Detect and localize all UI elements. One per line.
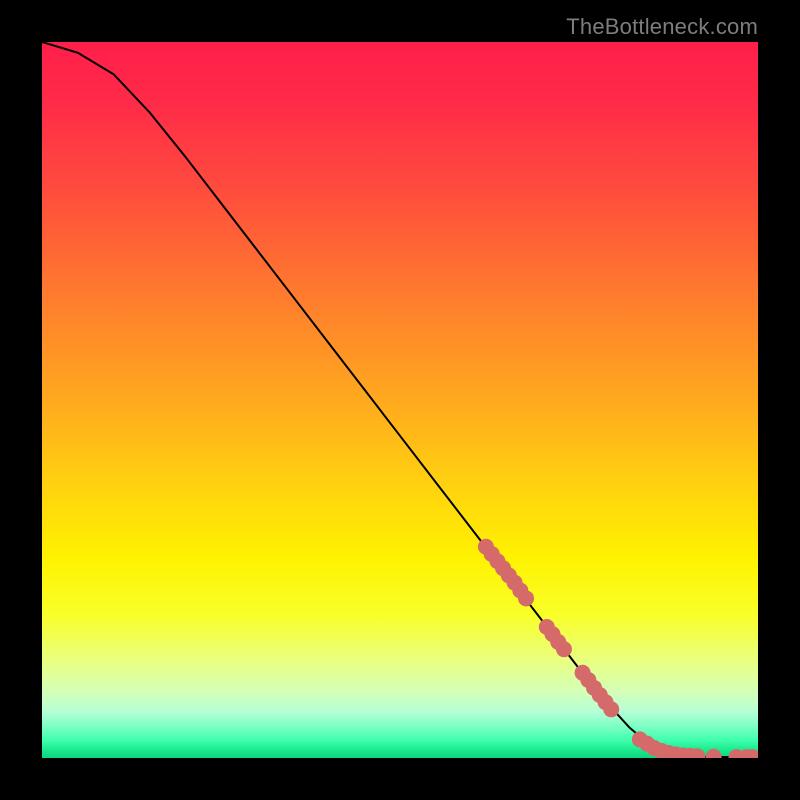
data-point <box>556 641 572 657</box>
chart-frame: TheBottleneck.com <box>0 0 800 800</box>
data-point <box>518 590 534 606</box>
chart-svg <box>42 42 758 758</box>
data-point <box>603 701 619 717</box>
attribution-label: TheBottleneck.com <box>566 14 758 40</box>
plot-area <box>42 42 758 758</box>
gradient-background <box>42 42 758 758</box>
